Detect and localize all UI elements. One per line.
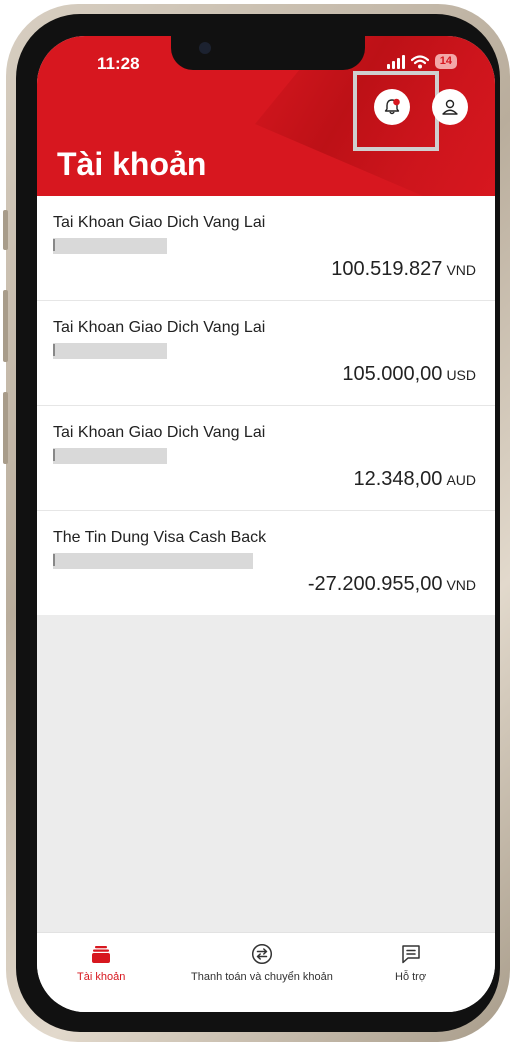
account-name: The Tin Dung Visa Cash Back [53, 529, 267, 546]
app-header: 11:28 14 Tài khoản [37, 36, 495, 196]
front-camera [199, 42, 211, 54]
bottom-tab-bar: Tài khoản Thanh toán và chuyển khoản Hỗ … [37, 932, 495, 1012]
account-list: Tai Khoan Giao Dich Vang Lai 100.519.827… [37, 196, 495, 615]
balance-amount: 12.348,00 [353, 468, 443, 490]
camera-notch [171, 36, 365, 70]
account-number-redacted [53, 448, 167, 464]
chat-icon [401, 945, 420, 964]
tab-support[interactable]: Hỗ trợ [395, 943, 426, 983]
account-item[interactable]: Tai Khoan Giao Dich Vang Lai 105.000,00 U… [37, 301, 495, 406]
account-balance: 100.519.827 VND [331, 258, 476, 281]
account-name: Tai Khoan Giao Dich Vang Lai [53, 424, 266, 441]
volume-up-button [3, 290, 8, 362]
balance-currency: AUD [446, 472, 476, 488]
account-name: Tai Khoan Giao Dich Vang Lai [53, 319, 266, 336]
battery-indicator: 14 [434, 54, 457, 69]
balance-currency: VND [446, 577, 476, 593]
wifi-icon [410, 54, 429, 68]
tab-accounts[interactable]: Tài khoản [77, 943, 125, 983]
wallet-icon [92, 946, 111, 963]
account-balance: 12.348,00 AUD [353, 468, 476, 491]
balance-amount: 105.000,00 [342, 363, 443, 385]
account-balance: -27.200.955,00 VND [308, 573, 476, 596]
balance-currency: USD [446, 367, 476, 383]
tab-support-label: Hỗ trợ [395, 971, 427, 983]
transfer-icon [251, 943, 272, 965]
account-item[interactable]: Tai Khoan Giao Dich Vang Lai 12.348,00 AU… [37, 406, 495, 511]
status-time: 11:28 [97, 54, 140, 73]
tab-accounts-label: Tài khoản [77, 971, 126, 983]
signal-icon [386, 54, 405, 69]
balance-amount: -27.200.955,00 [307, 573, 443, 595]
account-item[interactable]: Tai Khoan Giao Dich Vang Lai 100.519.827… [37, 196, 495, 301]
account-balance: 105.000,00 USD [342, 363, 476, 386]
account-name: Tai Khoan Giao Dich Vang Lai [53, 214, 266, 231]
page-title: Tài khoản [57, 146, 207, 182]
bell-icon [384, 98, 400, 115]
account-number-redacted [53, 343, 167, 359]
account-number-redacted [53, 238, 167, 254]
notifications-button[interactable] [374, 89, 410, 125]
tab-payments-label: Thanh toán và chuyển khoản [191, 971, 333, 983]
account-item[interactable]: The Tin Dung Visa Cash Back -27.200.955,… [37, 511, 495, 615]
user-icon [442, 99, 458, 115]
balance-amount: 100.519.827 [331, 258, 443, 280]
card-number-redacted [53, 553, 253, 569]
tab-payments[interactable]: Thanh toán và chuyển khoản [191, 943, 333, 983]
mute-switch [3, 210, 8, 250]
profile-button[interactable] [432, 89, 468, 125]
balance-currency: VND [446, 262, 476, 278]
app-screen: 11:28 14 Tài khoản Tai Khoan Giao Dich V… [37, 36, 495, 1012]
volume-down-button [3, 392, 8, 464]
status-indicators: 14 [386, 54, 457, 69]
